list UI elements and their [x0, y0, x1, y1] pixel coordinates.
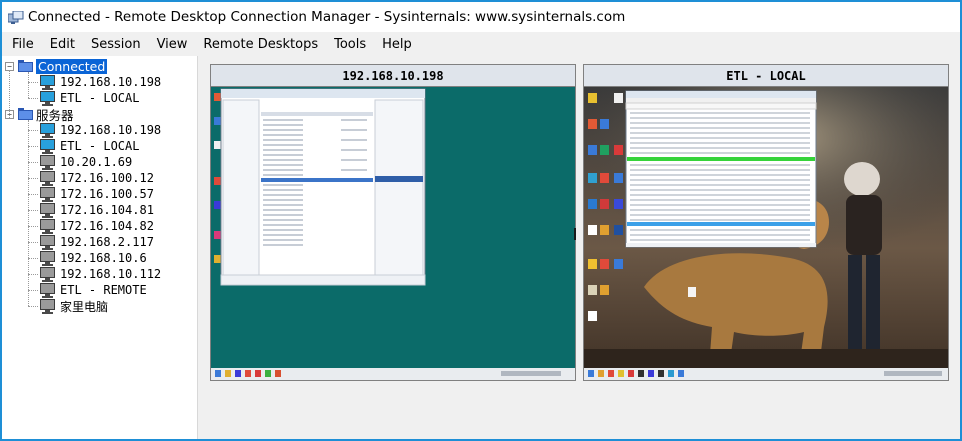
tree-server-item[interactable]: 192.168.10.112: [39, 266, 161, 282]
tree-server-item[interactable]: 172.16.104.82: [39, 218, 154, 234]
tree-connector-h: [28, 274, 38, 275]
window-title: Connected - Remote Desktop Connection Ma…: [28, 9, 626, 25]
server-label: ETL - REMOTE: [60, 283, 147, 297]
tree-connector-h: [28, 194, 38, 195]
disconnected-monitor-icon: [39, 234, 56, 250]
connected-monitor-icon: [39, 138, 56, 154]
thumbnail-title: 192.168.10.198: [211, 65, 575, 87]
server-label: 家里电脑: [60, 299, 109, 314]
server-label: 10.20.1.69: [60, 155, 133, 169]
menu-tools[interactable]: Tools: [326, 37, 374, 52]
disconnected-monitor-icon: [39, 250, 56, 266]
thumbnail-title: ETL - LOCAL: [584, 65, 948, 87]
tree-group-1[interactable]: − 服务器: [5, 106, 74, 123]
server-label: 172.16.100.12: [60, 171, 154, 185]
tree-server-item[interactable]: 10.20.1.69: [39, 154, 132, 170]
tree-connector-h: [28, 242, 38, 243]
server-tree[interactable]: − Connected 192.168.10.198 ETL - LOCAL − 服务器 1…: [2, 56, 198, 439]
disconnected-monitor-icon: [39, 170, 56, 186]
session-thumbnail-1[interactable]: 192.168.10.198: [210, 64, 576, 381]
menu-session[interactable]: Session: [83, 37, 149, 52]
tree-connector-h: [28, 210, 38, 211]
disconnected-monitor-icon: [39, 266, 56, 282]
app-window: Connected - Remote Desktop Connection Ma…: [0, 0, 962, 441]
server-label: 192.168.10.198: [60, 123, 162, 137]
disconnected-monitor-icon: [39, 282, 56, 298]
server-label: ETL - LOCAL: [60, 139, 140, 153]
tree-connector-h: [28, 98, 38, 99]
splitter-handle[interactable]: [574, 228, 576, 240]
tree-server-item[interactable]: ETL - LOCAL: [39, 138, 139, 154]
folder-icon: [18, 108, 33, 120]
tree-server-item[interactable]: 192.168.10.198: [39, 122, 161, 138]
server-label: 192.168.10.198: [60, 75, 162, 89]
server-label: 192.168.10.6: [60, 251, 147, 265]
tree-connector-h: [28, 82, 38, 83]
tree-server-item[interactable]: 家里电脑: [39, 298, 108, 314]
group-label: Connected: [36, 58, 108, 74]
tree-server-item[interactable]: 172.16.100.12: [39, 170, 154, 186]
tree-server-item[interactable]: 192.168.10.198: [39, 74, 161, 90]
tree-server-item[interactable]: 192.168.2.117: [39, 234, 154, 250]
local-desktop-screen[interactable]: [584, 87, 948, 380]
tree-server-item[interactable]: 192.168.10.6: [39, 250, 147, 266]
group-label: 服务器: [36, 107, 74, 123]
tree-connector-v: [28, 72, 29, 98]
disconnected-monitor-icon: [39, 298, 56, 314]
server-label: 192.168.10.112: [60, 267, 162, 281]
tree-server-item[interactable]: 172.16.100.57: [39, 186, 154, 202]
disconnected-monitor-icon: [39, 186, 56, 202]
connected-monitor-icon: [39, 122, 56, 138]
server-label: 172.16.100.57: [60, 187, 154, 201]
server-label: 192.168.2.117: [60, 235, 154, 249]
tree-connector-h: [28, 162, 38, 163]
tree-connector-h: [28, 226, 38, 227]
tree-connector-v: [28, 120, 29, 306]
menu-help[interactable]: Help: [374, 37, 420, 52]
tree-server-item[interactable]: ETL - REMOTE: [39, 282, 147, 298]
tree-connector-h: [28, 178, 38, 179]
server-label: 172.16.104.82: [60, 219, 154, 233]
menu-remote-desktops[interactable]: Remote Desktops: [195, 37, 326, 52]
folder-icon: [18, 60, 33, 72]
tree-group-0[interactable]: − Connected: [5, 58, 108, 74]
menu-file[interactable]: File: [2, 37, 42, 52]
tree-connector-h: [28, 130, 38, 131]
menu-view[interactable]: View: [149, 37, 196, 52]
disconnected-monitor-icon: [39, 218, 56, 234]
tree-server-item[interactable]: 172.16.104.81: [39, 202, 154, 218]
connected-monitor-icon: [39, 74, 56, 90]
server-label: ETL - LOCAL: [60, 91, 140, 105]
disconnected-monitor-icon: [39, 154, 56, 170]
session-thumbnail-2[interactable]: ETL - LOCAL: [583, 64, 949, 381]
rdcman-app-icon: [7, 10, 24, 24]
title-bar[interactable]: Connected - Remote Desktop Connection Ma…: [2, 2, 960, 32]
tree-connector-h: [28, 146, 38, 147]
disconnected-monitor-icon: [39, 202, 56, 218]
connected-monitor-icon: [39, 90, 56, 106]
menu-edit[interactable]: Edit: [42, 37, 83, 52]
menu-bar: File Edit Session View Remote Desktops Tools H…: [2, 32, 960, 56]
server-label: 172.16.104.81: [60, 203, 154, 217]
thumbnail-area: 192.168.10.198 ETL - LOCAL: [198, 56, 960, 439]
remote-desktop-screen[interactable]: [211, 87, 575, 380]
tree-connector-h: [28, 306, 38, 307]
tree-connector-h: [28, 290, 38, 291]
tree-connector-v: [9, 70, 10, 118]
tree-connector-h: [28, 258, 38, 259]
